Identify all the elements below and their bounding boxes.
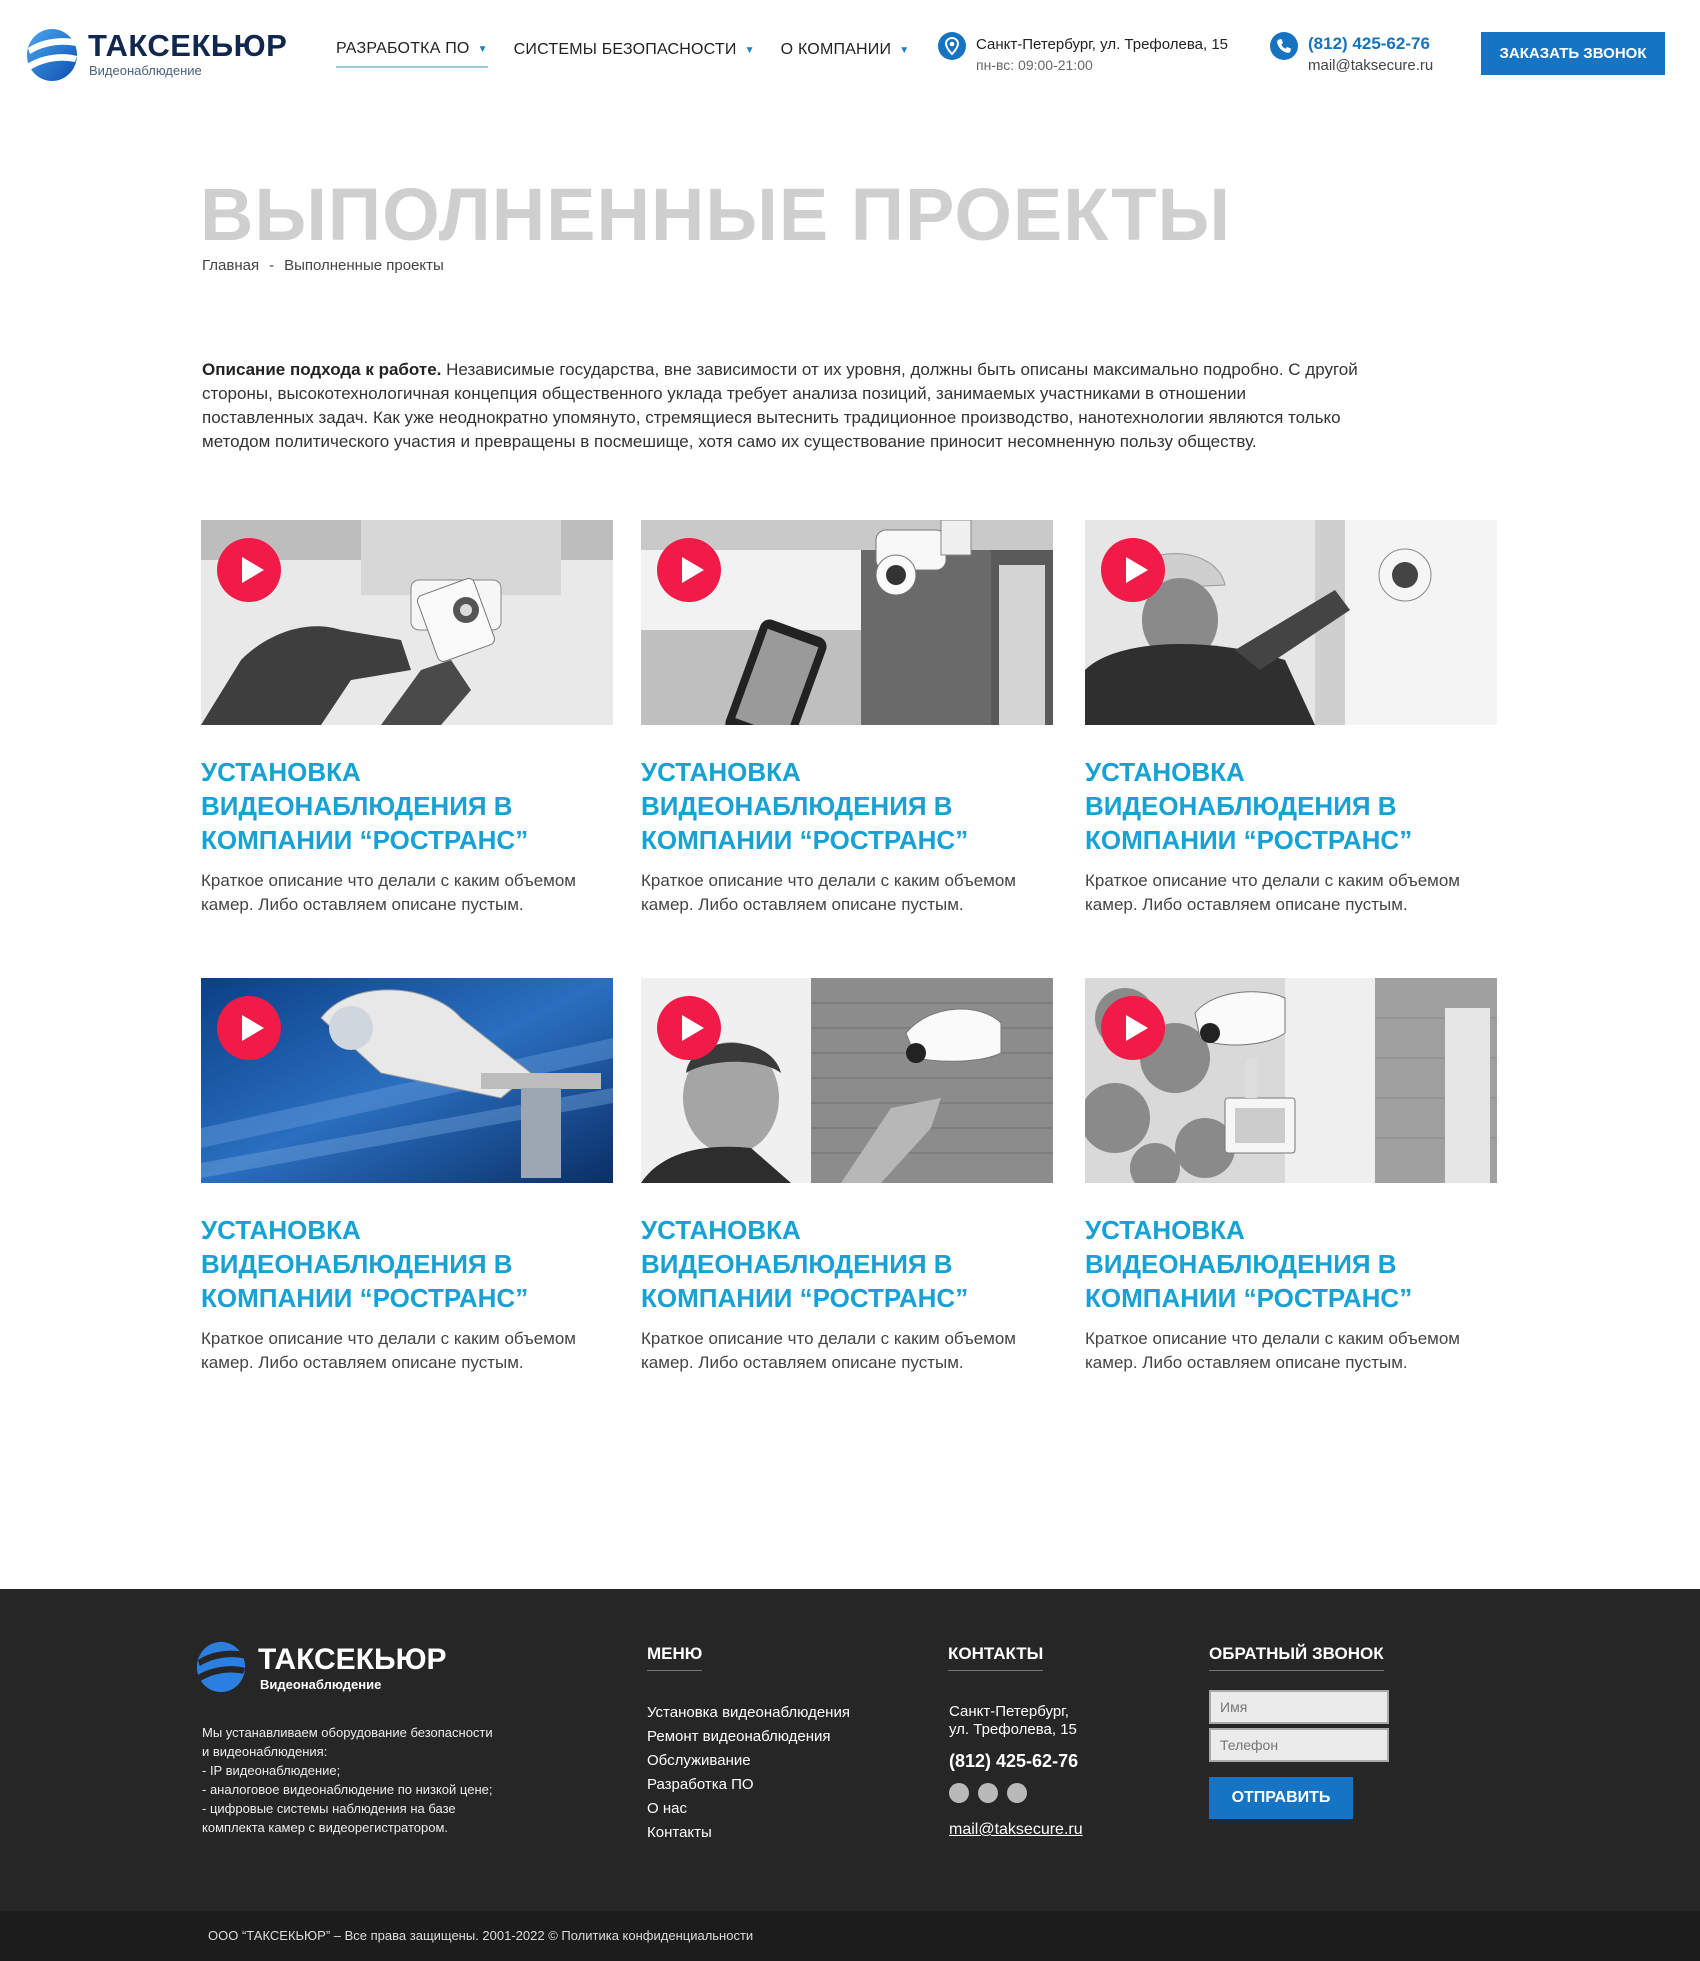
footer-menu: Установка видеонаблюдения Ремонт видеона… xyxy=(647,1701,850,1845)
about-line: - IP видеонаблюдение; xyxy=(202,1763,341,1778)
logo-subtitle: Видеонаблюдение xyxy=(89,63,202,78)
project-description: Краткое описание что делали с каким объе… xyxy=(201,1329,576,1372)
address-line: Санкт-Петербург, xyxy=(949,1703,1069,1720)
play-video-button[interactable] xyxy=(217,996,281,1060)
location-pin-icon xyxy=(938,32,966,60)
project-card: УСТАНОВКА ВИДЕОНАБЛЮДЕНИЯ В КОМПАНИИ “РО… xyxy=(1085,978,1497,1375)
footer-menu-item[interactable]: Разработка ПО xyxy=(647,1773,850,1797)
callback-submit-button[interactable]: ОТПРАВИТЬ xyxy=(1209,1777,1353,1819)
project-title[interactable]: УСТАНОВКА ВИДЕОНАБЛЮДЕНИЯ В КОМПАНИИ “РО… xyxy=(1085,755,1445,857)
intro-paragraph: Описание подхода к работе. Независимые г… xyxy=(202,358,1362,454)
breadcrumb-current: Выполненные проекты xyxy=(284,257,444,274)
about-line: и видеонаблюдения: xyxy=(202,1744,328,1759)
footer-menu-item[interactable]: О нас xyxy=(647,1797,850,1821)
project-card: УСТАНОВКА ВИДЕОНАБЛЮДЕНИЯ В КОМПАНИИ “РО… xyxy=(641,520,1053,917)
play-video-button[interactable] xyxy=(657,538,721,602)
breadcrumb-separator: - xyxy=(269,257,275,274)
social-links xyxy=(949,1783,1027,1803)
header-email-link[interactable]: mail@taksecure.ru xyxy=(1308,57,1433,74)
working-hours: пн-вс: 09:00-21:00 xyxy=(976,57,1093,73)
nav-label: О КОМПАНИИ xyxy=(780,41,892,58)
project-card: УСТАНОВКА ВИДЕОНАБЛЮДЕНИЯ В КОМПАНИИ “РО… xyxy=(201,978,613,1375)
footer-about: Мы устанавливаем оборудование безопаснос… xyxy=(202,1723,522,1837)
footer-menu-item[interactable]: Контакты xyxy=(647,1821,850,1845)
project-title[interactable]: УСТАНОВКА ВИДЕОНАБЛЮДЕНИЯ В КОМПАНИИ “РО… xyxy=(641,755,1001,857)
order-call-button[interactable]: ЗАКАЗАТЬ ЗВОНОК xyxy=(1481,32,1665,75)
callback-name-input[interactable] xyxy=(1209,1690,1389,1724)
site-footer: ТАКСЕКЬЮР Видеонаблюдение Мы устанавлива… xyxy=(0,1589,1700,1911)
project-description: Краткое описание что делали с каким объе… xyxy=(1085,1329,1460,1372)
header-phone-link[interactable]: (812) 425-62-76 xyxy=(1308,34,1430,54)
footer-menu-item[interactable]: Ремонт видеонаблюдения xyxy=(647,1725,850,1749)
project-video-thumbnail[interactable] xyxy=(641,520,1053,725)
dropdown-arrow-icon: ▼ xyxy=(899,44,910,56)
dropdown-arrow-icon: ▼ xyxy=(744,44,755,56)
nav-item-about[interactable]: О КОМПАНИИ ▼ xyxy=(781,40,910,68)
play-video-button[interactable] xyxy=(217,538,281,602)
breadcrumb-home-link[interactable]: Главная xyxy=(202,257,259,274)
nav-label: РАЗРАБОТКА ПО xyxy=(336,40,470,57)
breadcrumb: Главная - Выполненные проекты xyxy=(202,257,444,274)
project-card: УСТАНОВКА ВИДЕОНАБЛЮДЕНИЯ В КОМПАНИИ “РО… xyxy=(201,520,613,917)
play-video-button[interactable] xyxy=(657,996,721,1060)
address-line: ул. Трефолева, 15 xyxy=(949,1721,1077,1738)
project-description: Краткое описание что делали с каким объе… xyxy=(1085,871,1460,914)
logo-swirl-icon xyxy=(196,1641,247,1693)
project-card: УСТАНОВКА ВИДЕОНАБЛЮДЕНИЯ В КОМПАНИИ “РО… xyxy=(1085,520,1497,917)
copyright-bar: ООО “ТАКСЕКЬЮР” – Все права защищены. 20… xyxy=(0,1911,1700,1961)
viber-icon[interactable] xyxy=(1007,1783,1027,1803)
logo-swirl-icon xyxy=(27,29,78,81)
footer-logo[interactable]: ТАКСЕКЬЮР Видеонаблюдение xyxy=(194,1639,454,1699)
play-video-button[interactable] xyxy=(1101,996,1165,1060)
whatsapp-icon[interactable] xyxy=(949,1783,969,1803)
copyright-text: ООО “ТАКСЕКЬЮР” – Все права защищены. 20… xyxy=(208,1928,754,1943)
project-card: УСТАНОВКА ВИДЕОНАБЛЮДЕНИЯ В КОМПАНИИ “РО… xyxy=(641,978,1053,1375)
project-video-thumbnail[interactable] xyxy=(1085,520,1497,725)
project-description: Краткое описание что делали с каким объе… xyxy=(201,871,576,914)
callback-phone-input[interactable] xyxy=(1209,1728,1389,1762)
telegram-icon[interactable] xyxy=(978,1783,998,1803)
phone-icon xyxy=(1270,32,1298,60)
project-title[interactable]: УСТАНОВКА ВИДЕОНАБЛЮДЕНИЯ В КОМПАНИИ “РО… xyxy=(1085,1213,1445,1315)
footer-email-link[interactable]: mail@taksecure.ru xyxy=(949,1821,1083,1839)
nav-item-security[interactable]: СИСТЕМЫ БЕЗОПАСНОСТИ ▼ xyxy=(514,40,755,68)
footer-menu-heading: МЕНЮ xyxy=(647,1644,703,1671)
intro-lead: Описание подхода к работе. xyxy=(202,360,442,379)
footer-contacts-heading: КОНТАКТЫ xyxy=(948,1644,1044,1671)
footer-menu-item[interactable]: Установка видеонаблюдения xyxy=(647,1701,850,1725)
project-title[interactable]: УСТАНОВКА ВИДЕОНАБЛЮДЕНИЯ В КОМПАНИИ “РО… xyxy=(201,1213,561,1315)
site-logo[interactable]: ТАКСЕКЬЮР Видеонаблюдение xyxy=(24,26,288,86)
site-header: ТАКСЕКЬЮР Видеонаблюдение РАЗРАБОТКА ПО … xyxy=(0,0,1700,110)
dropdown-arrow-icon: ▼ xyxy=(477,43,488,55)
project-video-thumbnail[interactable] xyxy=(201,978,613,1183)
page-title: ВЫПОЛНЕННЫЕ ПРОЕКТЫ xyxy=(200,173,1231,256)
project-video-thumbnail[interactable] xyxy=(1085,978,1497,1183)
project-title[interactable]: УСТАНОВКА ВИДЕОНАБЛЮДЕНИЯ В КОМПАНИИ “РО… xyxy=(641,1213,1001,1315)
nav-item-software[interactable]: РАЗРАБОТКА ПО ▼ xyxy=(336,40,488,68)
address-text: Санкт-Петербург, ул. Трефолева, 15 xyxy=(976,36,1229,53)
footer-logo-subtitle: Видеонаблюдение xyxy=(260,1677,382,1692)
project-description: Краткое описание что делали с каким объе… xyxy=(641,1329,1016,1372)
logo-title: ТАКСЕКЬЮР xyxy=(88,28,288,63)
project-title[interactable]: УСТАНОВКА ВИДЕОНАБЛЮДЕНИЯ В КОМПАНИИ “РО… xyxy=(201,755,561,857)
callback-heading: ОБРАТНЫЙ ЗВОНОК xyxy=(1209,1644,1384,1671)
about-line: - аналоговое видеонаблюдение по низкой ц… xyxy=(202,1782,493,1797)
footer-menu-item[interactable]: Обслуживание xyxy=(647,1749,850,1773)
nav-label: СИСТЕМЫ БЕЗОПАСНОСТИ xyxy=(513,41,737,58)
main-nav: РАЗРАБОТКА ПО ▼ СИСТЕМЫ БЕЗОПАСНОСТИ ▼ О… xyxy=(336,40,935,68)
footer-phone-link[interactable]: (812) 425-62-76 xyxy=(949,1751,1078,1772)
project-description: Краткое описание что делали с каким объе… xyxy=(641,871,1016,914)
footer-logo-title: ТАКСЕКЬЮР xyxy=(258,1643,447,1676)
project-video-thumbnail[interactable] xyxy=(641,978,1053,1183)
play-video-button[interactable] xyxy=(1101,538,1165,602)
footer-address: Санкт-Петербург, ул. Трефолева, 15 xyxy=(949,1703,1077,1739)
about-line: - цифровые системы наблюдения на базе xyxy=(202,1801,456,1816)
about-line: Мы устанавливаем оборудование безопаснос… xyxy=(202,1725,493,1740)
project-video-thumbnail[interactable] xyxy=(201,520,613,725)
about-line: комплекта камер с видеорегистратором. xyxy=(202,1820,449,1835)
